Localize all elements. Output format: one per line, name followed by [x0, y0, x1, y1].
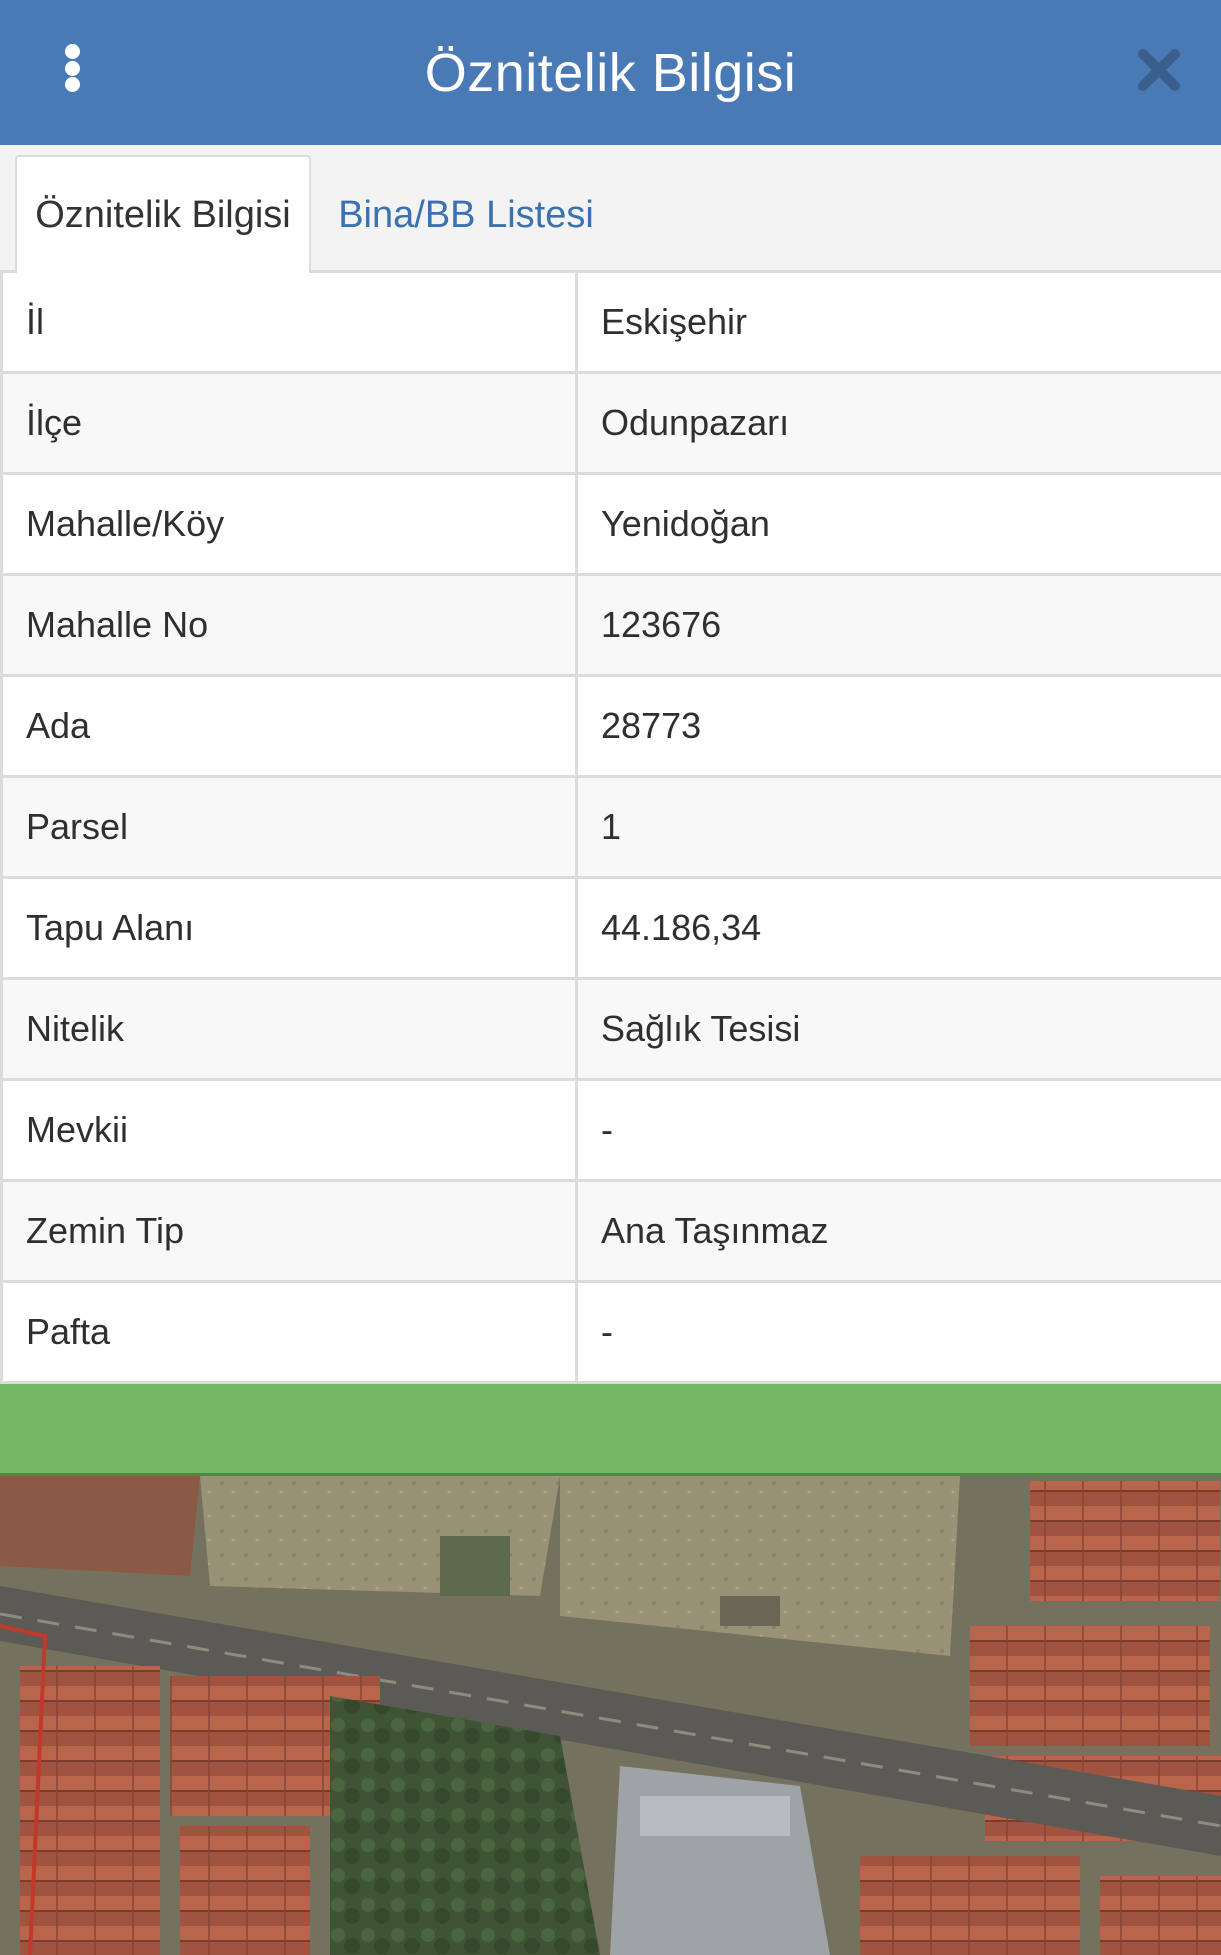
row-value: 44.186,34	[601, 907, 762, 948]
tab-bar: Öznitelik Bilgisi Bina/BB Listesi	[0, 145, 1221, 276]
table-row: Tapu Alanı 44.186,34	[0, 879, 1221, 980]
table-row: İlçe Odunpazarı	[0, 374, 1221, 475]
row-value: Ana Taşınmaz	[601, 1210, 829, 1251]
row-value: Eskişehir	[601, 301, 748, 342]
row-label: Ada	[0, 677, 578, 775]
row-label: Nitelik	[0, 980, 578, 1078]
tab-oznitelik-bilgisi[interactable]: Öznitelik Bilgisi	[15, 155, 311, 276]
row-label: Tapu Alanı	[0, 879, 578, 977]
table-row: Pafta -	[0, 1283, 1221, 1384]
row-value: 28773	[601, 705, 702, 746]
row-value: -	[601, 1311, 613, 1352]
row-value: Yenidoğan	[601, 503, 770, 544]
status-bar[interactable]	[0, 1384, 1221, 1476]
attribute-table: İl Eskişehir İlçe Odunpazarı Mahalle/Köy…	[0, 273, 1221, 1384]
row-value: 1	[601, 806, 622, 847]
page-title: Öznitelik Bilgisi	[424, 42, 797, 103]
close-icon[interactable]	[1133, 44, 1185, 96]
row-label: İl	[0, 273, 578, 371]
table-row: Zemin Tip Ana Taşınmaz	[0, 1182, 1221, 1283]
row-value: Odunpazarı	[601, 402, 790, 443]
row-label: Zemin Tip	[0, 1182, 578, 1280]
row-label: Mahalle/Köy	[0, 475, 578, 573]
tab-bina-bb-listesi[interactable]: Bina/BB Listesi	[316, 155, 616, 276]
table-row: Ada 28773	[0, 677, 1221, 778]
row-label: Mahalle No	[0, 576, 578, 674]
row-label: Parsel	[0, 778, 578, 876]
satellite-map[interactable]	[0, 1476, 1221, 1955]
row-value: -	[601, 1109, 613, 1150]
row-value: 123676	[601, 604, 722, 645]
table-row: Parsel 1	[0, 778, 1221, 879]
map-imagery	[0, 1476, 1221, 1955]
table-row: Nitelik Sağlık Tesisi	[0, 980, 1221, 1081]
table-row: Mahalle No 123676	[0, 576, 1221, 677]
row-value: Sağlık Tesisi	[601, 1008, 801, 1049]
app-header: Öznitelik Bilgisi	[0, 0, 1221, 145]
vertical-dots-icon[interactable]	[52, 38, 92, 98]
table-row: Mevkii -	[0, 1081, 1221, 1182]
row-label: Pafta	[0, 1283, 578, 1381]
row-label: Mevkii	[0, 1081, 578, 1179]
table-row: Mahalle/Köy Yenidoğan	[0, 475, 1221, 576]
table-row: İl Eskişehir	[0, 273, 1221, 374]
row-label: İlçe	[0, 374, 578, 472]
